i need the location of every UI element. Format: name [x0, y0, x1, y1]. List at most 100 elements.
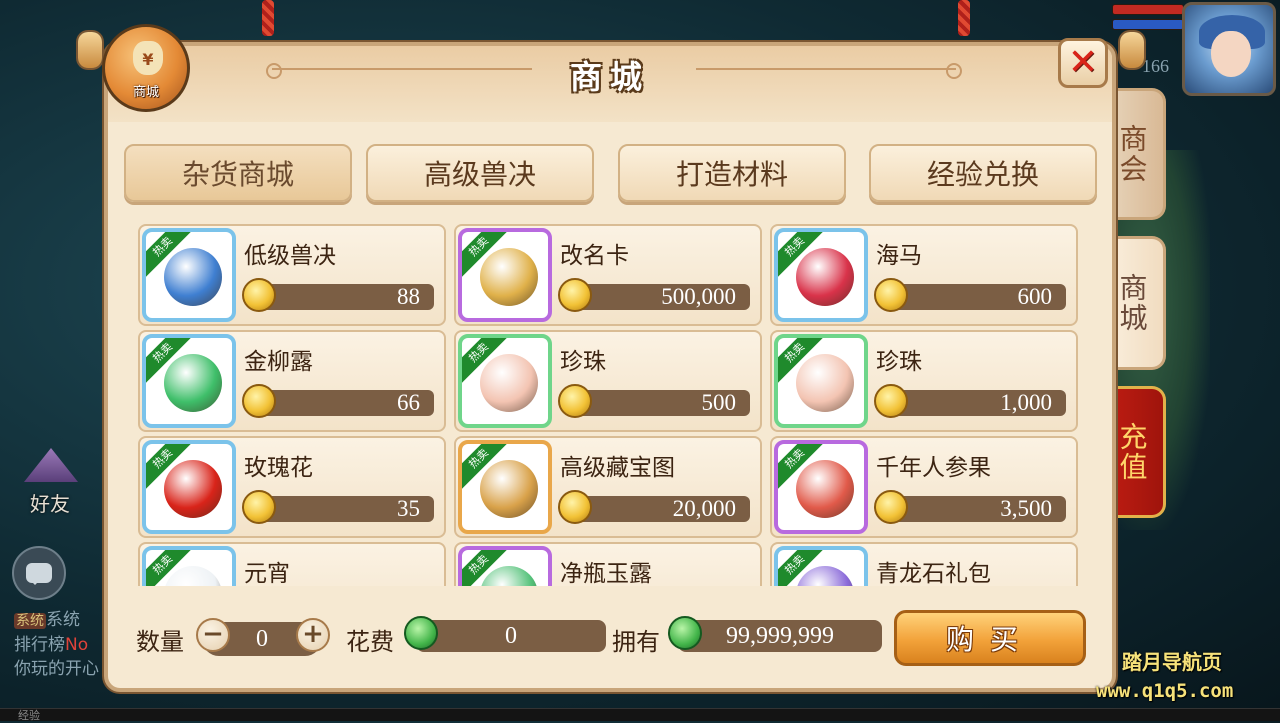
item-price: 66	[397, 390, 420, 415]
item-price-bar: 600	[884, 284, 1066, 310]
pearl-icon	[480, 354, 538, 412]
friends-button[interactable]: 好友	[18, 448, 84, 518]
gold-coin-icon	[242, 278, 276, 312]
shop-item-card[interactable]: 热卖 青龙石礼包	[770, 542, 1078, 586]
category-advanced-skill-tab[interactable]: 高级兽决	[366, 144, 594, 202]
hp-mp-bars	[1112, 4, 1184, 34]
item-icon-frame: 热卖	[142, 546, 236, 586]
shop-item-card[interactable]: 热卖 改名卡 500,000	[454, 224, 762, 326]
item-price: 20,000	[672, 496, 736, 521]
rose-icon	[164, 460, 222, 518]
item-price: 600	[1017, 284, 1053, 309]
buy-button[interactable]: 购买	[894, 610, 1086, 666]
gold-coin-icon	[242, 384, 276, 418]
item-icon-frame: 热卖	[142, 228, 236, 322]
gold-coin-icon	[558, 278, 592, 312]
item-icon-frame: 热卖	[458, 440, 552, 534]
quantity-minus-button[interactable]: −	[196, 618, 230, 652]
jade-currency-icon	[668, 616, 702, 650]
item-icon-frame: 热卖	[142, 334, 236, 428]
player-avatar[interactable]	[1182, 2, 1276, 96]
page-title: 商城	[569, 58, 650, 96]
shop-panel: 商城 杂货商城 高级兽决 打造材料 经验兑换 热卖 低级兽决 88 热卖 改名卡 500,…	[104, 42, 1116, 692]
shop-item-card[interactable]: 热卖 千年人参果 3,500	[770, 436, 1078, 538]
item-name: 珍珠	[876, 349, 922, 375]
tab-recharge-label: 充值	[1115, 422, 1149, 482]
item-icon-frame: 热卖	[774, 440, 868, 534]
mp-bar	[1112, 19, 1184, 30]
purchase-bar: 数量 0 − + 花费 0 拥有 99,999,999 购买	[108, 604, 1112, 674]
shop-item-card[interactable]: 热卖 珍珠 1,000	[770, 330, 1078, 432]
title-bar: 商城	[108, 46, 1112, 122]
money-bag-icon: ¥	[133, 41, 163, 75]
item-price: 500,000	[661, 284, 736, 309]
close-icon: ✕	[1067, 42, 1099, 83]
shop-item-card[interactable]: 热卖 高级藏宝图 20,000	[454, 436, 762, 538]
player-level: 166	[1142, 56, 1169, 76]
item-name: 元宵	[244, 561, 290, 586]
item-price-bar: 88	[252, 284, 434, 310]
gold-coin-icon	[874, 278, 908, 312]
item-price-bar: 66	[252, 390, 434, 416]
cost-value: 0	[505, 623, 517, 649]
quantity-label: 数量	[136, 628, 184, 656]
item-icon-frame: 热卖	[458, 334, 552, 428]
item-name: 改名卡	[560, 243, 629, 269]
tab-mall-label: 商城	[1115, 273, 1149, 333]
cost-label: 花费	[346, 628, 394, 656]
seahorse-icon	[796, 248, 854, 306]
item-price-bar: 500	[568, 390, 750, 416]
item-icon-frame: 热卖	[774, 546, 868, 586]
item-price: 35	[397, 496, 420, 521]
category-materials-tab[interactable]: 打造材料	[618, 144, 846, 202]
tab-guild-shop-label: 商会	[1115, 124, 1149, 184]
jade-currency-icon	[404, 616, 438, 650]
item-price: 1,000	[1000, 390, 1052, 415]
scroll-icon	[480, 248, 538, 306]
item-price-bar: 1,000	[884, 390, 1066, 416]
chat-button[interactable]	[12, 546, 66, 600]
treasure-map-icon	[480, 460, 538, 518]
item-price: 500	[701, 390, 737, 415]
item-price-bar: 3,500	[884, 496, 1066, 522]
shop-item-card[interactable]: 热卖 元宵	[138, 542, 446, 586]
item-name: 低级兽决	[244, 243, 336, 269]
shop-item-card[interactable]: 热卖 低级兽决 88	[138, 224, 446, 326]
chat-text: 系统	[46, 610, 80, 630]
rod-end-left	[78, 32, 102, 68]
chat-line: 系统 系统	[14, 608, 104, 633]
shop-item-card[interactable]: 热卖 金柳露 66	[138, 330, 446, 432]
owned-field: 99,999,999	[678, 620, 882, 652]
friends-label: 好友	[30, 492, 70, 516]
shop-item-card[interactable]: 热卖 珍珠 500	[454, 330, 762, 432]
shop-item-card[interactable]: 热卖 海马 600	[770, 224, 1078, 326]
item-name: 海马	[876, 243, 922, 269]
quantity-plus-button[interactable]: +	[296, 618, 330, 652]
category-exp-exchange-tab[interactable]: 经验兑换	[869, 144, 1097, 202]
chat-log: 系统 系统 排行榜No 你玩的开心	[14, 608, 104, 681]
shop-item-card[interactable]: 热卖 净瓶玉露	[454, 542, 762, 586]
item-price: 3,500	[1000, 496, 1052, 521]
item-icon-frame: 热卖	[458, 546, 552, 586]
close-button[interactable]: ✕	[1058, 38, 1108, 88]
owned-label: 拥有	[612, 628, 660, 656]
chat-line: 排行榜No	[14, 633, 104, 657]
item-name: 千年人参果	[876, 455, 991, 481]
shop-item-card[interactable]: 热卖 玫瑰花 35	[138, 436, 446, 538]
hanging-rope	[958, 0, 970, 36]
item-price-bar: 500,000	[568, 284, 750, 310]
item-name: 玫瑰花	[244, 455, 313, 481]
ginseng-fruit-icon	[796, 460, 854, 518]
hanging-rope	[262, 0, 274, 36]
shop-badge-label: 商城	[132, 85, 159, 100]
gold-coin-icon	[874, 384, 908, 418]
category-grocery-tab[interactable]: 杂货商城	[124, 144, 352, 202]
system-tag: 系统	[14, 613, 46, 629]
item-name: 净瓶玉露	[560, 561, 652, 586]
exp-label: 经验	[18, 709, 40, 722]
item-price: 88	[397, 284, 420, 309]
beast-book-icon	[164, 248, 222, 306]
chat-bubble-icon	[26, 563, 52, 585]
gift-pack-icon	[796, 566, 854, 586]
item-name: 珍珠	[560, 349, 606, 375]
